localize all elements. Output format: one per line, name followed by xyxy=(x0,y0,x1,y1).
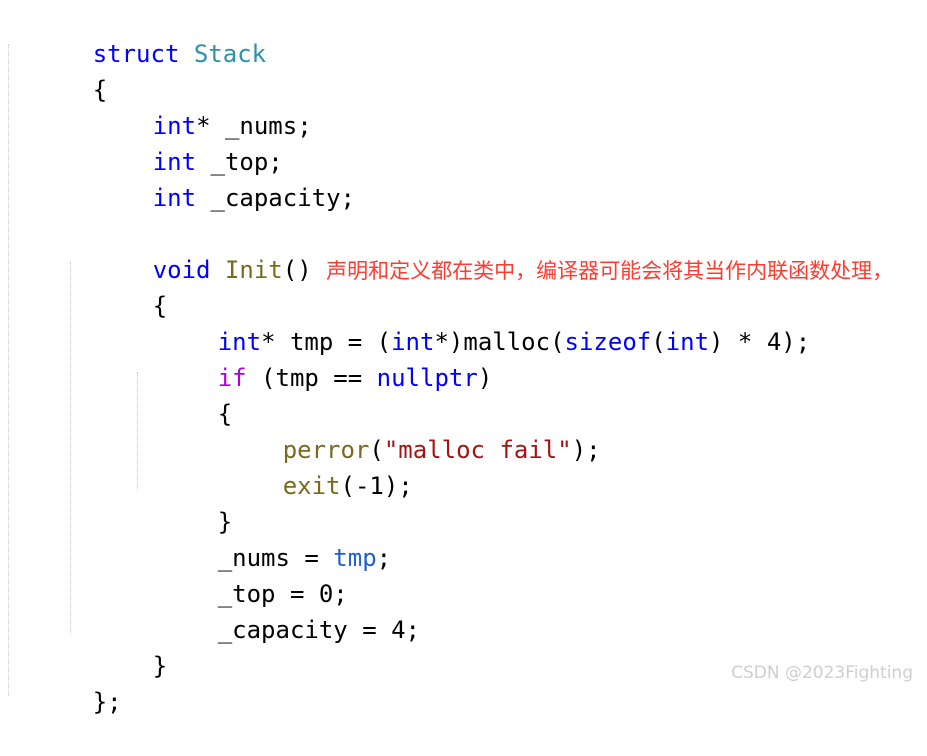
code-line-4[interactable]: int _top; xyxy=(0,108,927,176)
code-line-17[interactable]: _capacity = 4; xyxy=(0,576,927,644)
code-line-8[interactable]: { xyxy=(0,252,927,320)
code-line-3[interactable]: int* _nums; xyxy=(0,72,927,140)
code-lines[interactable]: struct Stack { int* _nums; int _top; int… xyxy=(0,0,927,716)
code-line-9[interactable]: int* tmp = (int*)malloc(sizeof(int) * 4)… xyxy=(0,288,927,356)
code-editor[interactable]: struct Stack { int* _nums; int _top; int… xyxy=(0,0,927,716)
code-line-15[interactable]: _nums = tmp; xyxy=(0,504,927,572)
code-line-18[interactable]: } xyxy=(0,612,927,680)
code-line-6-blank[interactable] xyxy=(0,180,927,216)
code-line-14[interactable]: } xyxy=(0,468,927,536)
code-line-11[interactable]: { xyxy=(0,360,927,428)
code-line-10[interactable]: if (tmp == nullptr) xyxy=(0,324,927,392)
code-line-5[interactable]: int _capacity; xyxy=(0,144,927,212)
csdn-watermark: CSDN @2023Fighting xyxy=(731,663,913,683)
code-line-16[interactable]: _top = 0; xyxy=(0,540,927,608)
code-line-12[interactable]: perror("malloc fail"); xyxy=(0,396,927,464)
brace-close-struct: }; xyxy=(92,688,122,716)
code-line-13[interactable]: exit(-1); xyxy=(0,432,927,500)
code-line-2[interactable]: { xyxy=(0,36,927,104)
code-line-1[interactable]: struct Stack xyxy=(0,0,927,68)
code-line-7[interactable]: void Init() 声明和定义都在类中，编译器可能会将其当作内联函数处理， xyxy=(0,216,927,284)
